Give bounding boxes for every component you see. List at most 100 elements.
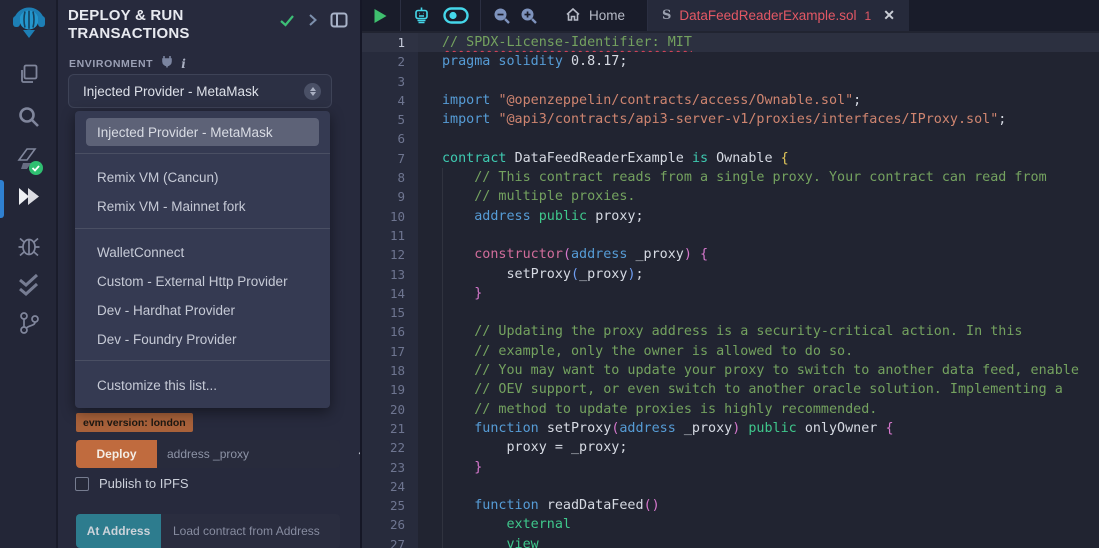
code-line[interactable]: 26 external bbox=[362, 515, 1099, 534]
ai-assistant-icon[interactable] bbox=[412, 6, 431, 25]
ai-copilot-toggle-icon[interactable] bbox=[443, 7, 469, 24]
at-address-input[interactable] bbox=[161, 514, 340, 548]
code-line[interactable]: 27 view bbox=[362, 535, 1099, 548]
line-number: 11 bbox=[362, 226, 418, 245]
code-line-content bbox=[418, 303, 1099, 322]
pin-panel-icon[interactable] bbox=[330, 12, 348, 33]
toolbar-divider bbox=[400, 0, 401, 31]
line-number: 23 bbox=[362, 458, 418, 477]
code-line[interactable]: 21 function setProxy(address _proxy) pub… bbox=[362, 419, 1099, 438]
unit-testing-icon[interactable] bbox=[0, 272, 57, 298]
code-line-content: contract DataFeedReaderExample is Ownabl… bbox=[418, 149, 1099, 168]
deploy-args-input[interactable] bbox=[157, 440, 340, 468]
code-line-content: // method to update proxies is highly re… bbox=[418, 400, 1099, 419]
line-number: 2 bbox=[362, 52, 418, 71]
code-line[interactable]: 4import "@openzeppelin/contracts/access/… bbox=[362, 91, 1099, 110]
environment-dropdown: Injected Provider - MetaMask Remix VM (Ca… bbox=[75, 111, 330, 408]
code-line[interactable]: 24 bbox=[362, 477, 1099, 496]
collapse-chevron-icon[interactable] bbox=[308, 13, 317, 32]
code-line-content: } bbox=[418, 458, 1099, 477]
zoom-out-icon[interactable] bbox=[493, 7, 510, 24]
code-line[interactable]: 15 bbox=[362, 303, 1099, 322]
tab-datafeedreaderexample[interactable]: S DataFeedReaderExample.sol 1 ✕ bbox=[647, 0, 909, 31]
code-line[interactable]: 16 // Updating the proxy address is a se… bbox=[362, 322, 1099, 341]
code-line[interactable]: 22 proxy = _proxy; bbox=[362, 438, 1099, 457]
code-line-content: view bbox=[418, 535, 1099, 548]
solidity-file-icon: S bbox=[662, 8, 671, 23]
debugger-icon[interactable] bbox=[0, 232, 57, 258]
editor-toolbar: Home S DataFeedReaderExample.sol 1 ✕ bbox=[362, 0, 1099, 31]
tab-file-label: DataFeedReaderExample.sol bbox=[679, 8, 856, 23]
code-line[interactable]: 1// SPDX-License-Identifier: MIT bbox=[362, 33, 1099, 52]
code-line[interactable]: 7contract DataFeedReaderExample is Ownab… bbox=[362, 149, 1099, 168]
environment-select[interactable]: Injected Provider - MetaMask bbox=[68, 74, 332, 108]
icon-rail bbox=[0, 0, 57, 548]
deploy-and-run-icon[interactable] bbox=[0, 184, 57, 210]
code-line[interactable]: 2pragma solidity 0.8.17; bbox=[362, 52, 1099, 71]
at-address-button[interactable]: At Address bbox=[76, 514, 161, 548]
dropdown-item[interactable]: Dev - Hardhat Provider bbox=[86, 296, 319, 324]
info-icon[interactable]: i bbox=[181, 57, 186, 71]
line-number: 22 bbox=[362, 438, 418, 457]
code-line-content: import "@openzeppelin/contracts/access/O… bbox=[418, 91, 1099, 110]
remix-logo-icon[interactable] bbox=[0, 4, 57, 44]
dropdown-item[interactable]: Customize this list... bbox=[86, 371, 319, 399]
code-line[interactable]: 9 // multiple proxies. bbox=[362, 187, 1099, 206]
dropdown-item[interactable]: WalletConnect bbox=[86, 238, 319, 266]
line-number: 5 bbox=[362, 110, 418, 129]
run-script-icon[interactable] bbox=[373, 8, 388, 24]
code-line[interactable]: 25 function readDataFeed() bbox=[362, 496, 1099, 515]
code-line[interactable]: 5import "@api3/contracts/api3-server-v1/… bbox=[362, 110, 1099, 129]
editor-area: Home S DataFeedReaderExample.sol 1 ✕ 1//… bbox=[360, 0, 1099, 548]
code-line-content: // OEV support, or even switch to anothe… bbox=[418, 380, 1099, 399]
code-line-content: // This contract reads from a single pro… bbox=[418, 168, 1099, 187]
search-icon[interactable] bbox=[0, 104, 57, 130]
environment-label: ENVIRONMENT bbox=[69, 58, 153, 70]
code-line[interactable]: 10 address public proxy; bbox=[362, 207, 1099, 226]
code-line[interactable]: 6 bbox=[362, 129, 1099, 148]
dropdown-item[interactable]: Remix VM (Cancun) bbox=[86, 163, 319, 191]
line-number: 18 bbox=[362, 361, 418, 380]
code-line[interactable]: 8 // This contract reads from a single p… bbox=[362, 168, 1099, 187]
tab-home[interactable]: Home bbox=[545, 0, 643, 31]
code-line[interactable]: 12 constructor(address _proxy) { bbox=[362, 245, 1099, 264]
line-number: 1 bbox=[362, 33, 418, 52]
dropdown-item[interactable]: Custom - External Http Provider bbox=[86, 267, 319, 295]
code-line[interactable]: 14 } bbox=[362, 284, 1099, 303]
code-line[interactable]: 19 // OEV support, or even switch to ano… bbox=[362, 380, 1099, 399]
code-line[interactable]: 23 } bbox=[362, 458, 1099, 477]
code-line[interactable]: 3 bbox=[362, 72, 1099, 91]
line-number: 15 bbox=[362, 303, 418, 322]
status-check-icon bbox=[279, 14, 295, 32]
plug-icon bbox=[161, 55, 173, 73]
dropdown-item[interactable]: Injected Provider - MetaMask bbox=[86, 118, 319, 146]
line-number: 14 bbox=[362, 284, 418, 303]
code-line[interactable]: 18 // You may want to update your proxy … bbox=[362, 361, 1099, 380]
dropdown-item[interactable]: Dev - Foundry Provider bbox=[86, 325, 319, 353]
code-line[interactable]: 11 bbox=[362, 226, 1099, 245]
file-explorer-icon[interactable] bbox=[0, 62, 57, 86]
code-line-content: external bbox=[418, 515, 1099, 534]
publish-ipfs-label: Publish to IPFS bbox=[99, 476, 189, 491]
line-number: 21 bbox=[362, 419, 418, 438]
publish-ipfs-checkbox[interactable] bbox=[75, 477, 89, 491]
line-number: 16 bbox=[362, 322, 418, 341]
code-editor[interactable]: 1// SPDX-License-Identifier: MIT2pragma … bbox=[362, 31, 1099, 548]
code-line[interactable]: 17 // example, only the owner is allowed… bbox=[362, 342, 1099, 361]
dropdown-divider bbox=[75, 360, 330, 361]
line-number: 17 bbox=[362, 342, 418, 361]
dropdown-item[interactable]: Remix VM - Mainnet fork bbox=[86, 192, 319, 220]
code-line-content: proxy = _proxy; bbox=[418, 438, 1099, 457]
code-line-content: setProxy(_proxy); bbox=[418, 265, 1099, 284]
deploy-button[interactable]: Deploy bbox=[76, 440, 157, 468]
code-line[interactable]: 20 // method to update proxies is highly… bbox=[362, 400, 1099, 419]
solidity-compiler-icon[interactable] bbox=[0, 146, 57, 178]
tab-close-icon[interactable]: ✕ bbox=[883, 7, 895, 24]
code-line-content: function readDataFeed() bbox=[418, 496, 1099, 515]
git-icon[interactable] bbox=[0, 310, 57, 336]
zoom-in-icon[interactable] bbox=[520, 7, 537, 24]
code-line[interactable]: 13 setProxy(_proxy); bbox=[362, 265, 1099, 284]
line-number: 24 bbox=[362, 477, 418, 496]
line-number: 26 bbox=[362, 515, 418, 534]
code-line-content: // example, only the owner is allowed to… bbox=[418, 342, 1099, 361]
